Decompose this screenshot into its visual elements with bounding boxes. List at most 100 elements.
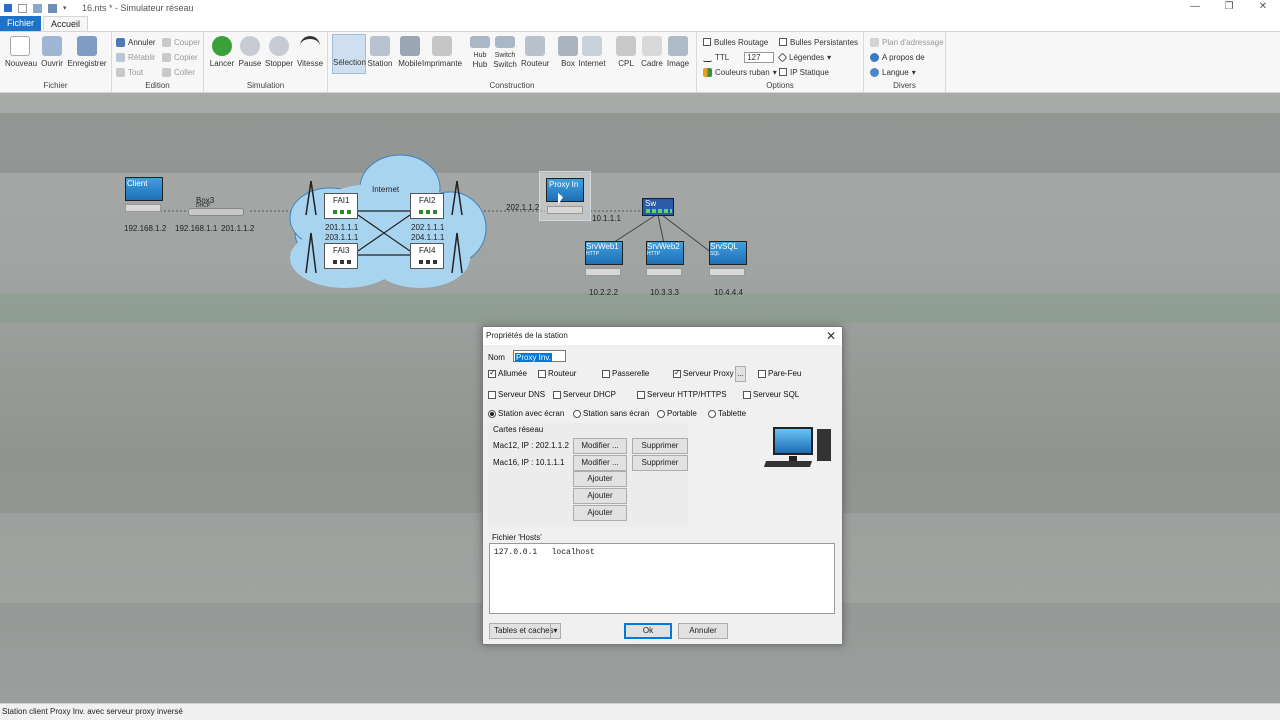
modify-card-2-button[interactable]: Modifier ... <box>573 455 627 471</box>
cancel-button[interactable]: Annuler <box>678 623 728 639</box>
pare-feu-box[interactable] <box>758 369 766 378</box>
serveur-dns-checkbox[interactable]: Serveur DNS <box>488 390 545 399</box>
client-station[interactable]: Client <box>125 177 163 217</box>
add-card-button-3[interactable]: Ajouter <box>573 505 627 521</box>
fai3-router[interactable]: FAI3 <box>324 243 358 269</box>
construction-internet-button[interactable]: Internet <box>578 36 606 68</box>
serveur-proxy-box[interactable] <box>673 368 681 378</box>
add-card-button-2[interactable]: Ajouter <box>573 488 627 504</box>
serveur-sql-checkbox[interactable]: Serveur SQL <box>743 390 799 399</box>
bulles-persistantes-checkbox[interactable]: Bulles Persistantes <box>779 36 858 48</box>
bulles-persistantes-box[interactable] <box>779 38 787 46</box>
save-file-icon[interactable] <box>48 3 57 13</box>
save-label: Enregistrer <box>67 59 107 68</box>
switch-device[interactable]: Sw <box>642 198 674 216</box>
legendes-dropdown[interactable]: Légendes ▾ <box>777 51 831 63</box>
plan-adressage-button[interactable]: Plan d'adressage <box>870 36 944 48</box>
new-file-icon[interactable] <box>18 3 27 13</box>
speed-button[interactable]: Vitesse <box>296 36 324 68</box>
name-value: Proxy Inv. <box>515 353 552 362</box>
srvweb1-station[interactable]: SrvWeb1 HTTP <box>585 241 623 281</box>
hosts-file-textarea[interactable]: 127.0.0.1 localhost <box>489 543 835 614</box>
construction-routeur-button[interactable]: Routeur <box>521 36 549 68</box>
quick-access-dropdown-icon[interactable]: ▾ <box>63 4 72 13</box>
passerelle-checkbox[interactable]: Passerelle <box>602 369 649 378</box>
routeur-box[interactable] <box>538 369 546 378</box>
portable-radio[interactable]: Portable <box>657 409 697 418</box>
serveur-http-box[interactable] <box>637 390 645 399</box>
modify-card-1-button[interactable]: Modifier ... <box>573 438 627 454</box>
delete-card-1-button[interactable]: Supprimer <box>632 438 688 454</box>
run-button[interactable]: Lancer <box>208 36 236 68</box>
serveur-dhcp-checkbox[interactable]: Serveur DHCP <box>553 390 616 399</box>
tab-accueil[interactable]: Accueil <box>43 16 89 31</box>
fai2-router[interactable]: FAI2 <box>410 193 444 219</box>
box-router[interactable]: Box3 DHCP <box>188 196 250 218</box>
new-button[interactable]: Nouveau <box>5 36 37 68</box>
serveur-http-checkbox[interactable]: Serveur HTTP/HTTPS <box>637 390 727 399</box>
language-dropdown[interactable]: Langue ▾ <box>870 66 916 78</box>
delete-card-2-button[interactable]: Supprimer <box>632 455 688 471</box>
passerelle-box[interactable] <box>602 369 610 378</box>
couleurs-ruban-dropdown[interactable]: Couleurs ruban ▾ <box>703 66 777 78</box>
station-ecran-dot[interactable] <box>488 409 496 418</box>
construction-cpl-button[interactable]: CPL <box>612 36 640 68</box>
fai4-router[interactable]: FAI4 <box>410 243 444 269</box>
construction-cadre-button[interactable]: Cadre <box>638 36 666 68</box>
ip-statique-checkbox[interactable]: IP Statique <box>779 66 829 78</box>
open-button[interactable]: Ouvrir <box>38 36 66 68</box>
tab-fichier[interactable]: Fichier <box>0 16 42 31</box>
construction-imprimante-button[interactable]: Imprimante <box>422 36 462 68</box>
ttl-spinner[interactable]: 127 <box>744 51 775 63</box>
add-card-button-1[interactable]: Ajouter <box>573 471 627 487</box>
close-window-button[interactable]: ✕ <box>1246 0 1280 16</box>
construction-switch-button[interactable]: Switch Switch <box>491 36 519 69</box>
pare-feu-checkbox[interactable]: Pare-Feu <box>758 369 801 378</box>
proxy-settings-button[interactable]: ... <box>735 366 746 382</box>
ok-button[interactable]: Ok <box>624 623 672 639</box>
construction-mobile-button[interactable]: Mobile <box>396 36 424 68</box>
tables-caches-button[interactable]: Tables et caches ▾ <box>489 623 561 639</box>
copy-button[interactable]: Copier <box>162 51 198 63</box>
construction-hub-button[interactable]: Hub Hub <box>466 36 494 69</box>
station-sans-ecran-dot[interactable] <box>573 409 581 418</box>
portable-dot[interactable] <box>657 409 665 418</box>
allumee-box[interactable] <box>488 368 496 378</box>
bulles-routage-box[interactable] <box>703 38 711 46</box>
tablette-radio[interactable]: Tablette <box>708 409 746 418</box>
about-button[interactable]: A propos de <box>870 51 925 63</box>
construction-image-button[interactable]: Image <box>664 36 692 68</box>
undo-button[interactable]: Annuler <box>116 36 156 48</box>
redo-button[interactable]: Rétablir <box>116 51 156 63</box>
station-sans-ecran-radio[interactable]: Station sans écran <box>573 409 649 418</box>
open-file-icon[interactable] <box>33 3 42 13</box>
serveur-dhcp-box[interactable] <box>553 390 561 399</box>
construction-item-label: Mobile <box>398 59 422 68</box>
select-all-button[interactable]: Tout <box>116 66 143 78</box>
minimize-button[interactable]: — <box>1178 0 1212 16</box>
construction-station-button[interactable]: Station <box>366 36 394 68</box>
construction-selection-button[interactable]: Sélection <box>332 34 366 74</box>
maximize-button[interactable]: ❐ <box>1212 0 1246 16</box>
bulles-routage-checkbox[interactable]: Bulles Routage <box>703 36 768 48</box>
ip-statique-box[interactable] <box>779 68 787 76</box>
serveur-proxy-checkbox[interactable]: Serveur Proxy <box>673 368 734 378</box>
name-input[interactable]: Proxy Inv. <box>513 350 566 362</box>
serveur-dns-box[interactable] <box>488 390 496 399</box>
paste-button[interactable]: Coller <box>162 66 195 78</box>
serveur-sql-box[interactable] <box>743 390 751 399</box>
allumee-checkbox[interactable]: Allumée <box>488 368 527 378</box>
srvsql-station[interactable]: SrvSQL SQL <box>709 241 747 281</box>
pause-button[interactable]: Pause <box>237 36 263 68</box>
station-ecran-radio[interactable]: Station avec écran <box>488 409 564 418</box>
srvweb2-station[interactable]: SrvWeb2 HTTP <box>646 241 684 281</box>
tablette-dot[interactable] <box>708 409 716 418</box>
stop-button[interactable]: Stopper <box>264 36 294 68</box>
routeur-checkbox[interactable]: Routeur <box>538 369 576 378</box>
save-button[interactable]: Enregistrer <box>67 36 107 68</box>
internet-cloud[interactable] <box>289 154 487 288</box>
fai1-router[interactable]: FAI1 <box>324 193 358 219</box>
proxy-station[interactable]: Proxy In <box>539 171 591 221</box>
dialog-close-button[interactable]: ✕ <box>826 328 836 344</box>
cut-button[interactable]: Couper <box>162 36 200 48</box>
